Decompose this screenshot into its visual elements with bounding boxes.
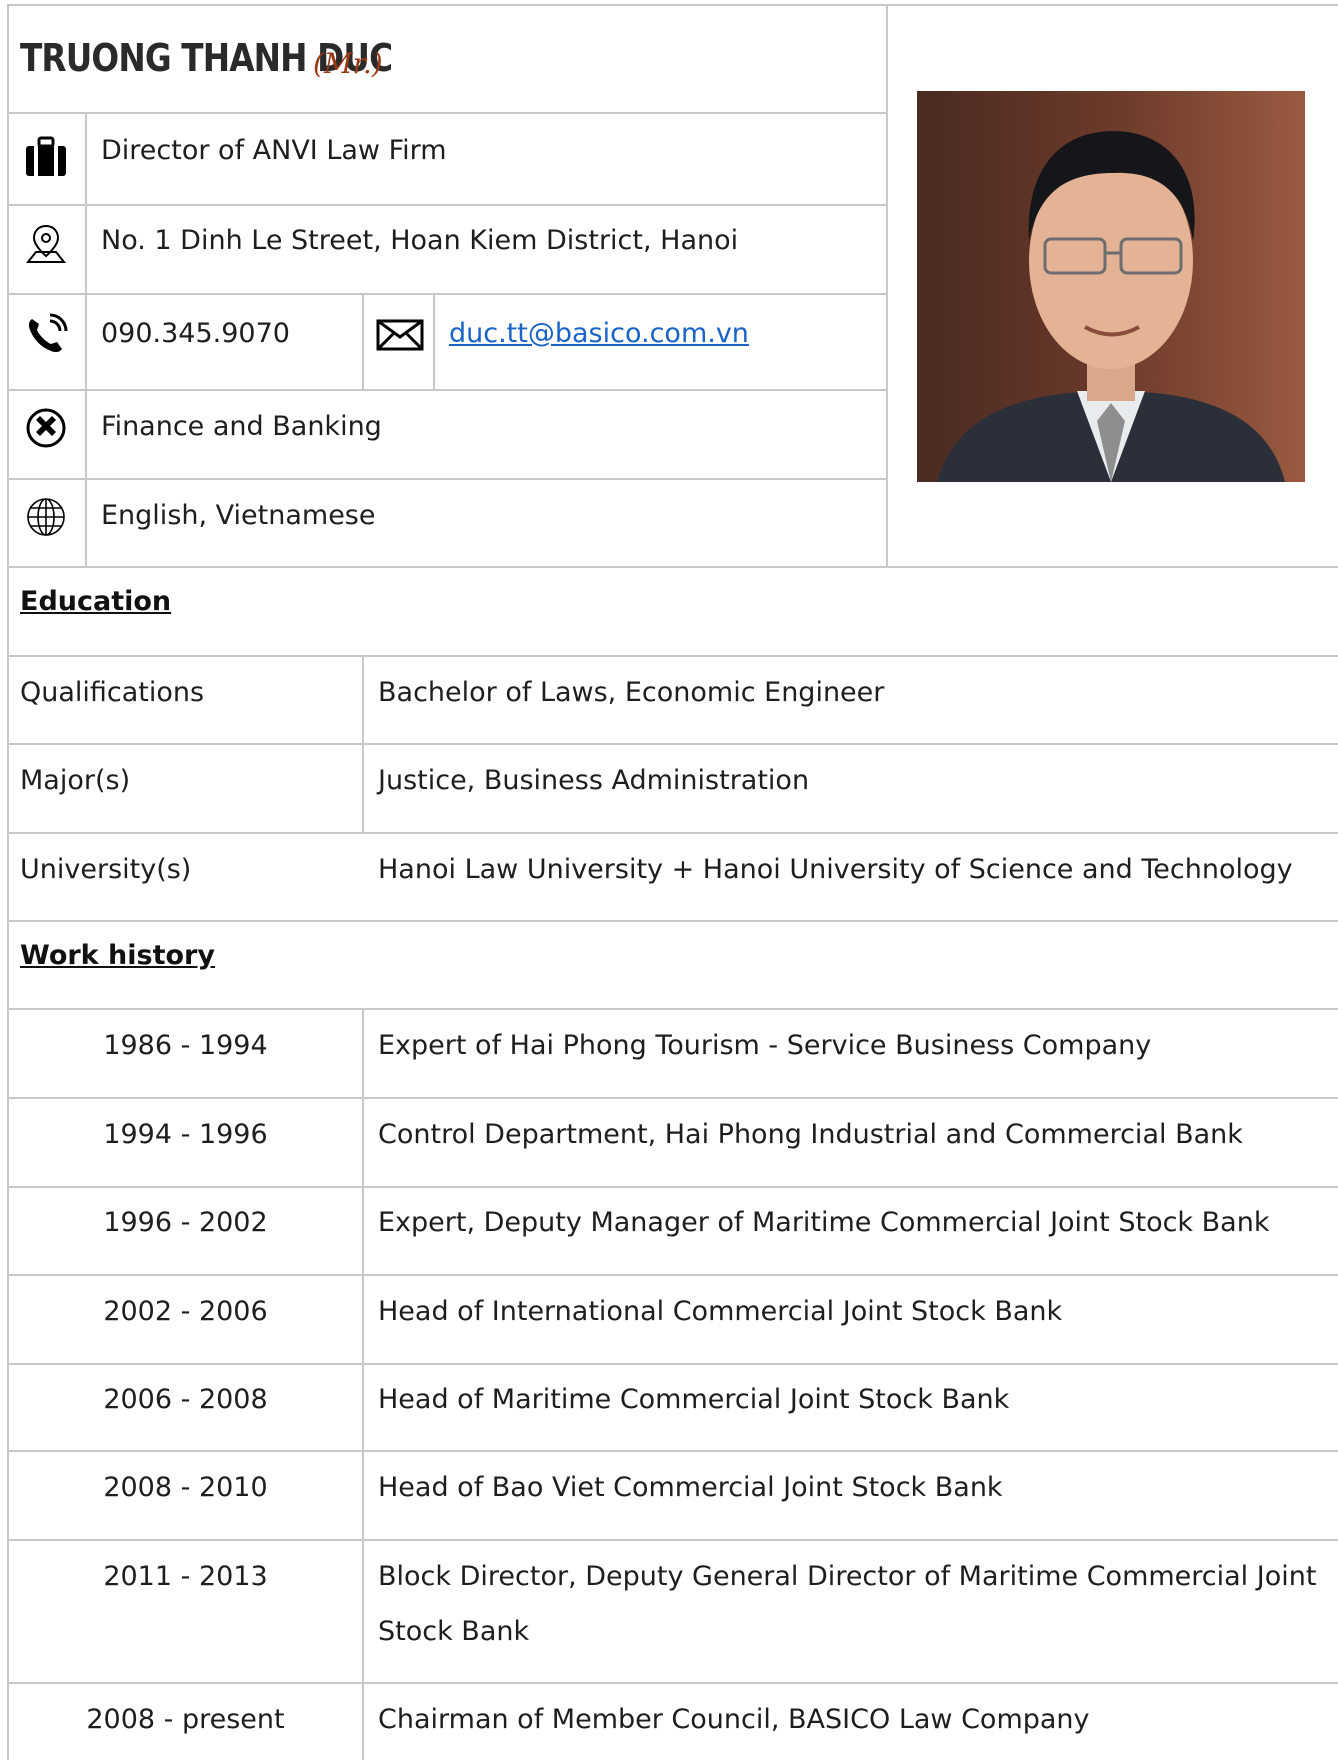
education-value: Hanoi Law University + Hanoi University … xyxy=(378,854,1293,885)
phone-icon xyxy=(24,313,68,357)
envelope-icon xyxy=(376,313,424,357)
education-value: Bachelor of Laws, Economic Engineer xyxy=(378,677,885,708)
education-label: Qualifications xyxy=(20,677,205,708)
work-role: Control Department, Hai Phong Industrial… xyxy=(378,1119,1243,1150)
row-divider xyxy=(7,1274,1338,1276)
row-divider xyxy=(7,832,1338,834)
icon-column-divider xyxy=(85,112,87,567)
row-divider xyxy=(7,1539,1338,1541)
work-role: Chairman of Member Council, BASICO Law C… xyxy=(378,1704,1090,1735)
border-top xyxy=(7,4,1338,6)
portrait-photo xyxy=(917,91,1305,482)
work-role-line: Block Director, Deputy General Director … xyxy=(378,1561,1317,1592)
work-period: 1986 - 1994 xyxy=(103,1030,268,1061)
row-divider xyxy=(7,655,1338,657)
header-divider xyxy=(886,4,888,567)
education-heading: Education xyxy=(20,586,172,617)
location-pin-icon xyxy=(24,222,68,266)
work-role: Head of Bao Viet Commercial Joint Stock … xyxy=(378,1472,1003,1503)
position-text: Director of ANVI Law Firm xyxy=(101,135,447,166)
row-divider xyxy=(7,293,888,295)
row-divider xyxy=(7,743,1338,745)
row-divider xyxy=(7,1363,1338,1365)
work-role: Expert of Hai Phong Tourism - Service Bu… xyxy=(378,1030,1152,1061)
work-history-heading: Work history xyxy=(20,940,215,971)
row-divider xyxy=(7,1682,1338,1684)
work-period: 1996 - 2002 xyxy=(103,1207,268,1238)
row-divider xyxy=(7,1186,1338,1188)
section-divider-education xyxy=(7,566,1338,568)
section-divider-work xyxy=(7,920,1338,922)
row-divider xyxy=(7,204,888,206)
education-label: University(s) xyxy=(20,854,192,885)
table-column-divider xyxy=(362,655,364,832)
work-period: 2008 - present xyxy=(86,1704,285,1735)
row-divider xyxy=(7,389,888,391)
briefcase-icon xyxy=(24,136,68,180)
work-period: 2002 - 2006 xyxy=(103,1296,268,1327)
row-divider xyxy=(7,1097,1338,1099)
address-text: No. 1 Dinh Le Street, Hoan Kiem District… xyxy=(101,225,739,256)
row-divider xyxy=(7,1008,1338,1010)
field-text: Finance and Banking xyxy=(101,411,382,442)
phone-text: 090.345.9070 xyxy=(101,318,290,349)
globe-icon xyxy=(24,495,68,539)
education-value: Justice, Business Administration xyxy=(378,765,810,796)
phone-email-divider xyxy=(362,293,364,389)
work-period: 1994 - 1996 xyxy=(103,1119,268,1150)
work-period: 2011 - 2013 xyxy=(103,1561,268,1592)
work-period: 2008 - 2010 xyxy=(103,1472,268,1503)
work-role-line: Stock Bank xyxy=(378,1616,530,1647)
row-divider xyxy=(7,112,888,114)
work-period: 2006 - 2008 xyxy=(103,1384,268,1415)
email-icon-divider xyxy=(433,293,435,389)
work-role: Head of Maritime Commercial Joint Stock … xyxy=(378,1384,1010,1415)
title-suffix: (Mr.) xyxy=(313,47,383,80)
email-link[interactable]: duc.tt@basico.com.vn xyxy=(449,316,749,352)
row-divider xyxy=(7,1450,1338,1452)
education-label: Major(s) xyxy=(20,765,131,796)
work-role: Head of International Commercial Joint S… xyxy=(378,1296,1063,1327)
row-divider xyxy=(7,478,888,480)
work-role: Expert, Deputy Manager of Maritime Comme… xyxy=(378,1207,1270,1238)
expertise-icon xyxy=(24,406,68,450)
languages-text: English, Vietnamese xyxy=(101,500,376,531)
